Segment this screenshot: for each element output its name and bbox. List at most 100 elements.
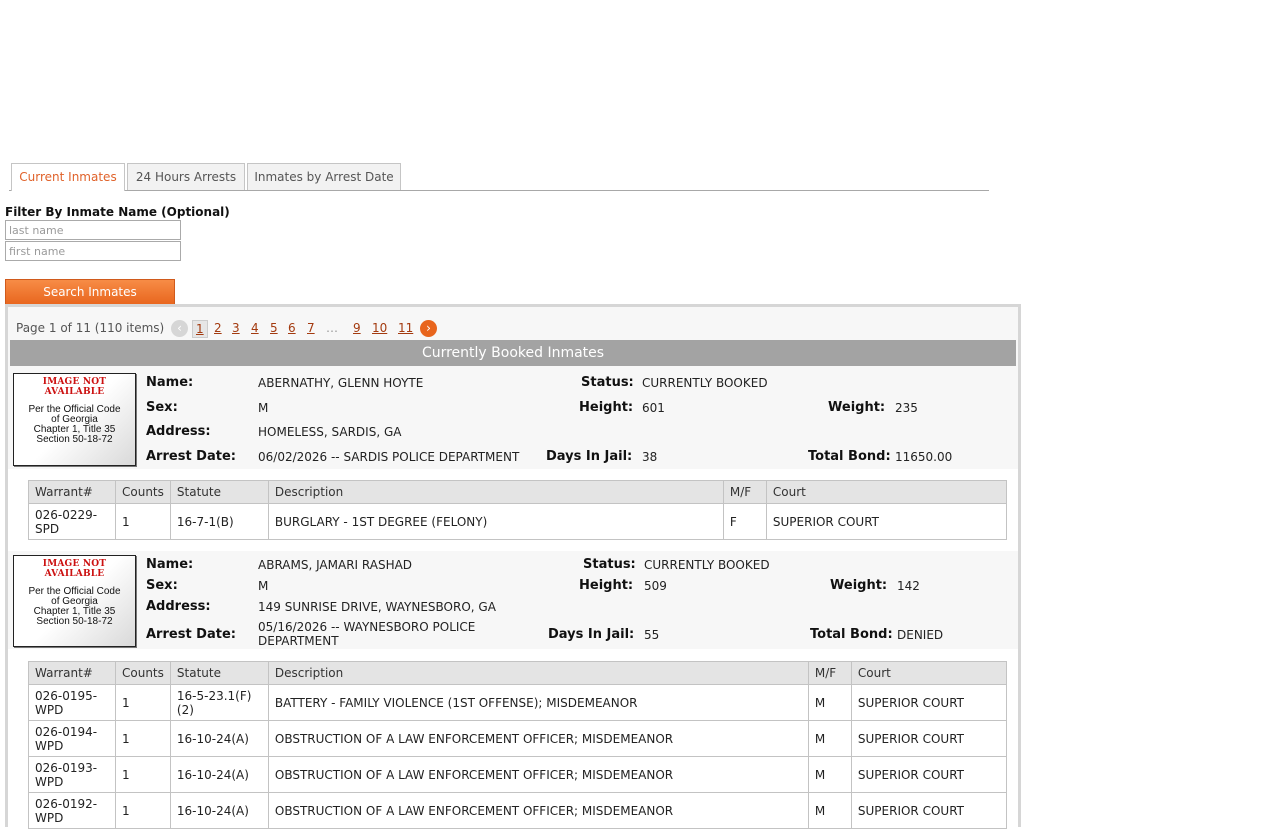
arrest-date-label: Arrest Date: (146, 627, 236, 642)
table-row: 026-0195-WPD 1 16-5-23.1(F)(2) BATTERY -… (28, 684, 1008, 721)
page-link-11[interactable]: 11 (398, 317, 413, 339)
statute-cell: 16-5-23.1(F)(2) (169, 684, 269, 721)
court-cell: SUPERIOR COURT (850, 756, 1008, 793)
col-warrant: Warrant# (28, 480, 116, 504)
tab-inmates-by-arrest-date[interactable]: Inmates by Arrest Date (247, 163, 401, 190)
inmate-address: 149 SUNRISE DRIVE, WAYNESBORO, GA (258, 600, 496, 614)
address-label: Address: (146, 424, 211, 439)
inmate-height: 601 (642, 401, 665, 415)
table-row: 026-0192-WPD 1 16-10-24(A) OBSTRUCTION O… (28, 792, 1008, 829)
inmate-name: ABERNATHY, GLENN HOYTE (258, 376, 424, 390)
status-label: Status: (583, 557, 636, 572)
page-link-5[interactable]: 5 (270, 317, 278, 339)
georgia-code-note: Per the Official Code of Georgia Chapter… (14, 587, 135, 627)
status-label: Status: (581, 375, 634, 390)
inmate-arrest-date: 06/02/2026 -- SARDIS POLICE DEPARTMENT (258, 450, 520, 464)
col-description: Description (267, 480, 724, 504)
prev-page-icon[interactable]: ‹ (171, 320, 188, 337)
sex-label: Sex: (146, 400, 178, 415)
table-row: 026-0193-WPD 1 16-10-24(A) OBSTRUCTION O… (28, 756, 1008, 793)
description-cell: BURGLARY - 1ST DEGREE (FELONY) (267, 503, 724, 540)
table-row: 026-0194-WPD 1 16-10-24(A) OBSTRUCTION O… (28, 720, 1008, 757)
inmate-sex: M (258, 401, 269, 415)
court-cell: SUPERIOR COURT (850, 792, 1008, 829)
description-cell: OBSTRUCTION OF A LAW ENFORCEMENT OFFICER… (267, 756, 809, 793)
counts-cell: 1 (115, 720, 171, 757)
weight-label: Weight: (830, 578, 888, 593)
days-in-jail-label: Days In Jail: (546, 449, 633, 464)
tab-24-hours-arrests[interactable]: 24 Hours Arrests (127, 163, 245, 190)
days-in-jail-label: Days In Jail: (548, 627, 635, 642)
address-label: Address: (146, 599, 211, 614)
weight-label: Weight: (828, 400, 886, 415)
height-label: Height: (579, 578, 634, 593)
page-link-2[interactable]: 2 (214, 317, 222, 339)
inmate-name: ABRAMS, JAMARI RASHAD (258, 558, 413, 572)
col-mf: M/F (807, 661, 852, 685)
page-link-3[interactable]: 3 (232, 317, 240, 339)
pager-info: Page 1 of 11 (110 items) (16, 321, 165, 335)
next-page-icon[interactable]: › (420, 320, 437, 337)
filter-label: Filter By Inmate Name (Optional) (5, 205, 230, 219)
counts-cell: 1 (115, 792, 171, 829)
inmate-status: CURRENTLY BOOKED (644, 558, 770, 572)
col-court: Court (765, 480, 1008, 504)
name-label: Name: (146, 375, 194, 390)
description-cell: BATTERY - FAMILY VIOLENCE (1ST OFFENSE);… (267, 684, 809, 721)
page-link-1[interactable]: 1 (192, 320, 208, 338)
inmate-height: 509 (644, 579, 667, 593)
image-not-available-label: IMAGE NOT AVAILABLE (42, 559, 107, 579)
inmate-arrest-date: 05/16/2026 -- WAYNESBORO POLICE DEPARTME… (258, 620, 476, 648)
total-bond-label: Total Bond: (810, 627, 893, 642)
statute-cell: 16-10-24(A) (169, 792, 269, 829)
court-cell: SUPERIOR COURT (850, 720, 1008, 757)
results-panel: Page 1 of 11 (110 items) ‹ 1 2 3 4 5 6 7… (5, 304, 1021, 829)
total-bond-label: Total Bond: (808, 449, 891, 464)
statute-cell: 16-10-24(A) (169, 756, 269, 793)
inmate-record: IMAGE NOT AVAILABLE Per the Official Cod… (10, 551, 1016, 649)
inmate-photo-placeholder: IMAGE NOT AVAILABLE Per the Official Cod… (13, 373, 136, 466)
sex-label: Sex: (146, 578, 178, 593)
statute-cell: 16-10-24(A) (169, 720, 269, 757)
court-cell: SUPERIOR COURT (850, 684, 1008, 721)
code-line: Section 50-18-72 (36, 434, 113, 445)
arrest-date-label: Arrest Date: (146, 449, 236, 464)
charges-table: Warrant# Counts Statute Description M/F … (28, 480, 1008, 540)
mf-cell: M (807, 756, 852, 793)
charges-table: Warrant# Counts Statute Description M/F … (28, 661, 1008, 829)
mf-cell: M (807, 684, 852, 721)
inmate-total-bond: DENIED (897, 628, 944, 642)
inmate-total-bond: 11650.00 (895, 450, 953, 464)
warrant-cell: 026-0195-WPD (28, 684, 116, 721)
inmate-record: IMAGE NOT AVAILABLE Per the Official Cod… (10, 368, 1016, 469)
inmate-sex: M (258, 579, 269, 593)
height-label: Height: (579, 400, 634, 415)
col-statute: Statute (169, 661, 269, 685)
tab-current-inmates[interactable]: Current Inmates (11, 163, 125, 191)
description-cell: OBSTRUCTION OF A LAW ENFORCEMENT OFFICER… (267, 792, 809, 829)
statute-cell: 16-7-1(B) (169, 503, 269, 540)
warrant-cell: 026-0194-WPD (28, 720, 116, 757)
inmate-photo-placeholder: IMAGE NOT AVAILABLE Per the Official Cod… (13, 555, 136, 647)
page-link-7[interactable]: 7 (307, 317, 315, 339)
court-cell: SUPERIOR COURT (765, 503, 1008, 540)
name-label: Name: (146, 557, 194, 572)
page-link-10[interactable]: 10 (372, 317, 387, 339)
code-line: Section 50-18-72 (36, 616, 113, 627)
inmate-days-in-jail: 55 (644, 628, 660, 642)
page-link-6[interactable]: 6 (288, 317, 296, 339)
warrant-cell: 026-0193-WPD (28, 756, 116, 793)
inmate-weight: 235 (895, 401, 918, 415)
description-cell: OBSTRUCTION OF A LAW ENFORCEMENT OFFICER… (267, 720, 809, 757)
results-banner: Currently Booked Inmates (10, 340, 1016, 366)
page-ellipsis[interactable]: … (326, 317, 338, 339)
warrant-cell: 026-0192-WPD (28, 792, 116, 829)
col-court: Court (850, 661, 1008, 685)
first-name-input[interactable] (5, 241, 181, 261)
last-name-input[interactable] (5, 220, 181, 240)
page-link-4[interactable]: 4 (251, 317, 259, 339)
charges-header-row: Warrant# Counts Statute Description M/F … (28, 661, 1008, 685)
page-link-9[interactable]: 9 (353, 317, 361, 339)
col-counts: Counts (115, 480, 171, 504)
search-inmates-button[interactable]: Search Inmates (5, 279, 175, 306)
